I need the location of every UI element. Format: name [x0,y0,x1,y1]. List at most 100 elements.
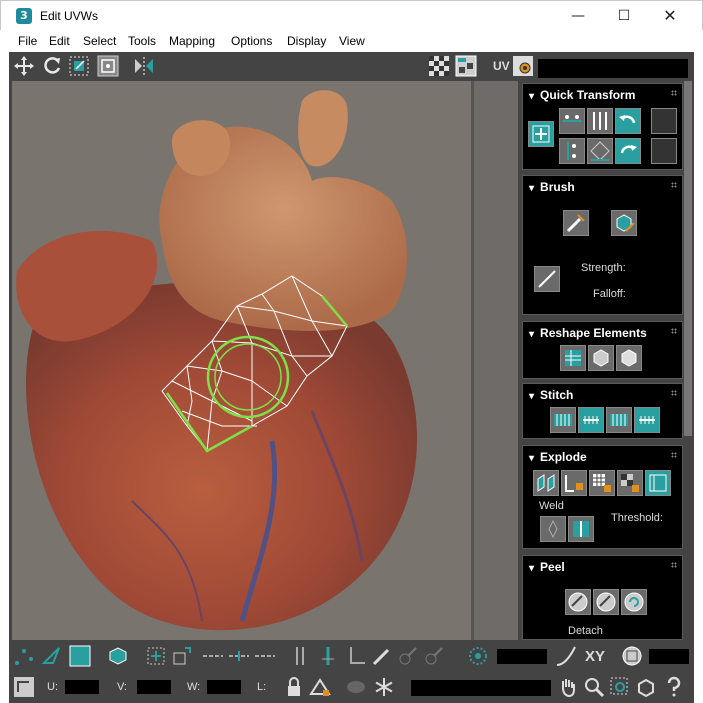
vertex-mode-icon[interactable] [13,645,35,667]
v-field[interactable] [137,680,171,694]
filter-icon[interactable] [309,676,331,698]
select-grow-icon[interactable] [145,645,167,667]
help-icon[interactable] [663,676,685,698]
w-field[interactable] [207,680,241,694]
xy-toggle[interactable]: XY [585,648,605,665]
rollout-title[interactable]: Quick Transform [529,88,635,102]
weld-all-icon[interactable] [568,516,594,542]
menu-mapping[interactable]: Mapping [169,34,215,48]
soft-select-icon[interactable] [467,645,489,667]
lock-icon[interactable] [283,676,305,698]
flatten-icon[interactable] [533,470,559,496]
maximize-button[interactable]: ☐ [601,1,647,31]
soft-select-value[interactable] [497,649,547,664]
stitch-average-icon[interactable] [606,407,632,433]
grip-icon[interactable] [671,328,677,334]
reset-peel-icon[interactable] [621,589,647,615]
edge-mode-icon[interactable] [41,645,63,667]
checker-texture-icon[interactable] [455,55,477,77]
relax-settings-icon[interactable] [616,345,642,371]
split-icon[interactable] [645,470,671,496]
paint-select-icon[interactable] [371,645,393,667]
stitch-custom-icon[interactable] [550,407,576,433]
pixel-snap-value[interactable] [649,649,689,664]
relax-brush-icon[interactable] [611,210,637,236]
freeform-icon[interactable] [97,55,119,77]
break-icon[interactable] [561,470,587,496]
space-grid-icon[interactable] [587,138,613,164]
freeze-icon[interactable] [373,676,395,698]
align-extra-icon[interactable] [651,108,677,134]
menu-display[interactable]: Display [287,34,326,48]
rollout-title[interactable]: Peel [529,560,565,574]
straighten-icon[interactable] [560,345,586,371]
brush-stroke-icon[interactable] [534,266,560,292]
rollout-title[interactable]: Explode [529,450,587,464]
texture-dropdown[interactable] [538,59,688,78]
align-extra-2-icon[interactable] [651,138,677,164]
stitch-to-target-icon[interactable] [634,407,660,433]
peel-mode-icon[interactable] [593,589,619,615]
scale-icon[interactable] [68,55,90,77]
zoom-region-icon[interactable] [609,676,631,698]
element-mode-icon[interactable] [107,645,129,667]
pan-icon[interactable] [557,676,579,698]
checker-icon[interactable] [428,55,450,77]
falloff-curve-icon[interactable] [555,645,577,667]
zoom-icon[interactable] [583,676,605,698]
face-mode-icon[interactable] [69,645,91,667]
u-field[interactable] [65,680,99,694]
menu-options[interactable]: Options [231,34,272,48]
grip-icon[interactable] [671,90,677,96]
rotate-icon[interactable] [41,55,63,77]
menu-edit[interactable]: Edit [49,34,70,48]
edge-ring-icon[interactable] [317,645,339,667]
detach-checker-icon[interactable] [617,470,643,496]
paint-shrink-icon[interactable] [423,645,445,667]
align-vertical-icon[interactable] [587,108,613,134]
menu-tools[interactable]: Tools [128,34,156,48]
relax-icon[interactable] [588,345,614,371]
uv-viewport[interactable] [12,81,471,640]
weld-selected-icon[interactable] [540,516,566,542]
rollout-stitch: Stitch [522,383,683,439]
mirror-icon[interactable] [133,55,155,77]
transform-mode-icon[interactable] [13,676,35,698]
panel-scrollbar[interactable] [684,81,692,436]
selection-info-field[interactable] [411,680,551,696]
rotate-cw-icon[interactable] [615,138,641,164]
stitch-to-source-icon[interactable] [578,407,604,433]
loop-ring-icons[interactable] [201,645,281,667]
quick-peel-icon[interactable] [565,589,591,615]
rollout-title[interactable]: Brush [529,180,575,194]
uv-settings-icon[interactable] [512,55,534,77]
align-center-icon[interactable] [528,121,554,147]
align-horizontal-icon[interactable] [559,108,585,134]
detach-edges-icon[interactable] [589,470,615,496]
menu-file[interactable]: File [18,34,37,48]
rollout-title[interactable]: Stitch [529,388,573,402]
detach-label: Detach [568,625,603,637]
menu-view[interactable]: View [339,34,365,48]
grip-icon[interactable] [671,390,677,396]
paint-grow-icon[interactable] [397,645,419,667]
hide-icon[interactable] [345,676,367,698]
pixel-snap-icon[interactable] [621,645,643,667]
rotate-ccw-icon[interactable] [615,108,641,134]
paint-move-icon[interactable] [563,210,589,236]
move-icon[interactable] [13,55,35,77]
grip-icon[interactable] [671,182,677,188]
grip-icon[interactable] [671,452,677,458]
space-vertical-icon[interactable] [559,138,585,164]
edge-loop-icon[interactable] [289,645,311,667]
minimize-button[interactable]: — [555,1,601,31]
select-shrink-icon[interactable] [171,645,193,667]
point-to-point-icon[interactable] [345,645,367,667]
zoom-extents-icon[interactable] [635,676,657,698]
close-button[interactable]: ✕ [647,1,693,31]
grip-icon[interactable] [671,562,677,568]
menu-select[interactable]: Select [83,34,116,48]
rollout-title[interactable]: Reshape Elements [529,326,647,340]
uv-label[interactable]: UV [493,59,510,73]
status-toolbar: U: V: W: L: [9,672,694,703]
